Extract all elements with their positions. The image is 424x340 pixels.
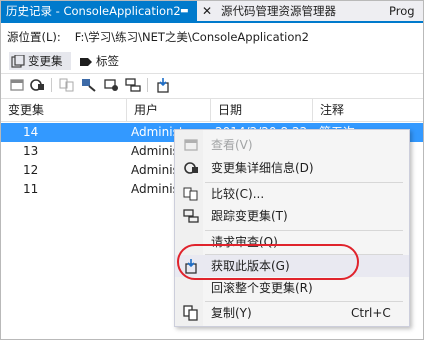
request-review-icon[interactable] bbox=[103, 77, 119, 93]
menu-item-view[interactable]: 查看(V) bbox=[175, 134, 409, 156]
tab-history-label: 历史记录 - ConsoleApplication2 bbox=[6, 4, 181, 18]
history-toolbar bbox=[1, 73, 423, 96]
highlight-ellipse bbox=[177, 244, 359, 280]
menu-item-copy[interactable]: 复制(Y) Ctrl+C bbox=[175, 302, 409, 324]
menu-item-compare[interactable]: 比较(C)... bbox=[175, 183, 409, 205]
changeset-id: 12 bbox=[23, 163, 39, 177]
track-changeset-icon[interactable] bbox=[125, 77, 141, 93]
changeset-id: 11 bbox=[23, 182, 39, 196]
menu-item-shortcut: Ctrl+C bbox=[351, 306, 391, 320]
menu-item-label: 查看(V) bbox=[211, 138, 253, 152]
tab-program[interactable]: Prog bbox=[389, 1, 415, 21]
toolbar-separator bbox=[147, 78, 148, 92]
close-icon[interactable]: ✕ bbox=[202, 1, 212, 21]
subtab-labels[interactable]: 标签 bbox=[79, 52, 119, 70]
tab-source-control-label: 源代码管理资源管理器 bbox=[221, 4, 336, 18]
source-location-label: 源位置(L): bbox=[7, 30, 61, 44]
copy-icon bbox=[183, 305, 198, 321]
subtab-changesets[interactable]: 变更集 bbox=[9, 52, 71, 70]
get-version-icon[interactable] bbox=[155, 77, 171, 93]
grid-header: 变更集 用户 日期 注释 bbox=[1, 98, 423, 122]
compare-icon bbox=[183, 187, 198, 201]
column-header-user[interactable]: 用户 bbox=[127, 99, 211, 121]
menu-item-label: 复制(Y) bbox=[211, 306, 252, 320]
changeset-icon bbox=[11, 54, 25, 68]
column-header-changeset[interactable]: 变更集 bbox=[1, 99, 127, 121]
source-location-value: F:\学习\练习\NET之美\ConsoleApplication2 bbox=[74, 30, 309, 44]
changeset-id: 14 bbox=[23, 125, 39, 139]
menu-item-label: 变更集详细信息(D) bbox=[211, 161, 314, 175]
column-header-date[interactable]: 日期 bbox=[211, 99, 313, 121]
menu-item-changeset-details[interactable]: 变更集详细信息(D) bbox=[175, 157, 409, 179]
document-tab-strip: 历史记录 - ConsoleApplication2 ▬ ✕ 源代码管理资源管理… bbox=[1, 1, 423, 23]
view-icon bbox=[184, 139, 198, 151]
changeset-id: 13 bbox=[23, 144, 39, 158]
source-location: 源位置(L): F:\学习\练习\NET之美\ConsoleApplication… bbox=[7, 28, 309, 46]
menu-item-label: 回滚整个变更集(R) bbox=[211, 281, 313, 295]
subtab-changesets-label: 变更集 bbox=[28, 54, 63, 68]
track-changeset-icon bbox=[183, 209, 199, 223]
compare-icon[interactable] bbox=[59, 77, 75, 93]
menu-item-label: 跟踪变更集(T) bbox=[211, 209, 288, 223]
subtab-labels-label: 标签 bbox=[96, 54, 119, 68]
pin-icon[interactable]: ▬ bbox=[180, 1, 189, 21]
toolbar-separator bbox=[51, 78, 52, 92]
tag-icon bbox=[80, 57, 92, 66]
changeset-details-icon bbox=[184, 162, 198, 174]
changeset-details-icon[interactable] bbox=[29, 77, 45, 93]
annotate-icon[interactable] bbox=[81, 77, 97, 93]
tab-source-control-explorer[interactable]: 源代码管理资源管理器 bbox=[221, 1, 381, 21]
menu-item-track-changeset[interactable]: 跟踪变更集(T) bbox=[175, 205, 409, 227]
menu-item-rollback-changeset[interactable]: 回滚整个变更集(R) bbox=[175, 277, 409, 299]
view-icon[interactable] bbox=[9, 77, 25, 93]
history-subtabs: 变更集 标签 bbox=[1, 51, 423, 71]
column-header-comment[interactable]: 注释 bbox=[313, 99, 423, 121]
tab-history[interactable]: 历史记录 - ConsoleApplication2 ▬ bbox=[1, 1, 197, 21]
tab-program-label: Prog bbox=[389, 4, 415, 18]
context-menu: 查看(V) 变更集详细信息(D) 比较(C)... 跟踪变更集(T) 请求审查(… bbox=[174, 129, 410, 327]
menu-item-label: 比较(C)... bbox=[211, 187, 265, 201]
history-window: 历史记录 - ConsoleApplication2 ▬ ✕ 源代码管理资源管理… bbox=[0, 0, 424, 340]
